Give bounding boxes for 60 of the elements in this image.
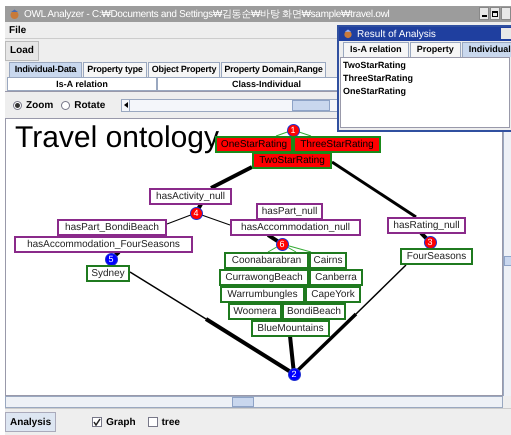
- maximize-button[interactable]: [490, 7, 500, 20]
- result-item[interactable]: TwoStarRating: [343, 60, 509, 71]
- checkbox-label: Graph: [106, 416, 136, 430]
- window-title: OWL Analyzer - C:₩Documents and Settings₩김동순₩바탕 화면₩sample₩travel.owl: [24, 8, 390, 22]
- property-node[interactable]: hasPart_null: [256, 203, 323, 220]
- app-icon: [343, 29, 353, 39]
- result-item[interactable]: OneStarRating: [343, 86, 509, 97]
- tab[interactable]: Object Property: [148, 62, 220, 77]
- tab[interactable]: Property Domain,Range: [221, 62, 326, 77]
- radio-label: Zoom: [26, 98, 54, 112]
- edge-line: [210, 165, 253, 190]
- class-node[interactable]: TwoStarRating: [252, 152, 332, 169]
- property-node[interactable]: hasAccommodation_FourSeasons: [14, 236, 193, 253]
- individual-node[interactable]: CurrawongBeach: [219, 269, 309, 286]
- result-item[interactable]: ThreeStarRating: [343, 73, 509, 84]
- tab[interactable]: Individual: [462, 42, 511, 57]
- tab[interactable]: Individual-Data: [9, 62, 82, 77]
- checkbox[interactable]: [92, 417, 102, 427]
- individual-node[interactable]: Coonabarabran: [224, 252, 309, 269]
- left-arrow-icon[interactable]: [122, 100, 130, 110]
- edge-line: [355, 264, 407, 315]
- analysis-button[interactable]: Analysis: [5, 412, 56, 432]
- individual-node[interactable]: FourSeasons: [400, 248, 473, 265]
- node-marker: 4: [190, 206, 202, 220]
- load-button[interactable]: Load: [5, 40, 39, 60]
- node-marker: 2: [288, 368, 300, 380]
- checkbox-label: tree: [162, 416, 180, 430]
- property-node[interactable]: hasPart_BondiBeach: [57, 219, 167, 236]
- individual-node[interactable]: Warrumbungles: [220, 286, 305, 303]
- tab[interactable]: Is-A relation: [7, 77, 157, 91]
- tab[interactable]: Class-Individual: [157, 77, 338, 91]
- property-node[interactable]: hasActivity_null: [149, 188, 232, 205]
- app-icon: [9, 8, 20, 20]
- node-marker: 6: [276, 238, 288, 250]
- individual-node[interactable]: Sydney: [86, 265, 130, 282]
- dialog-title: Result of Analysis: [357, 28, 436, 42]
- individual-node[interactable]: Cairns: [309, 252, 347, 269]
- tab[interactable]: Is-A relation: [343, 42, 409, 57]
- minimize-button[interactable]: [479, 7, 489, 20]
- node-marker: 5: [104, 252, 118, 266]
- node-marker: 3: [424, 236, 436, 248]
- radio-button[interactable]: [13, 100, 22, 110]
- tab[interactable]: Property: [410, 42, 461, 57]
- property-node[interactable]: hasAccommodation_null: [230, 219, 361, 236]
- radio-button[interactable]: [61, 100, 70, 110]
- checkbox[interactable]: [148, 417, 158, 427]
- node-marker: 1: [286, 124, 300, 136]
- individual-node[interactable]: Canberra: [309, 269, 363, 286]
- radio-label: Rotate: [74, 98, 106, 112]
- horizontal-scrollbar[interactable]: [5, 396, 503, 408]
- individual-node[interactable]: BondiBeach: [282, 303, 346, 320]
- tab[interactable]: Property type: [83, 62, 147, 77]
- class-node[interactable]: ThreeStarRating: [293, 136, 381, 153]
- individual-node[interactable]: BlueMountains: [251, 320, 330, 337]
- slider-thumb[interactable]: [292, 100, 330, 110]
- property-node[interactable]: hasRating_null: [387, 217, 466, 234]
- individual-node[interactable]: CapeYork: [305, 286, 361, 303]
- menu-item[interactable]: File: [9, 22, 26, 38]
- individual-node[interactable]: Woomera: [228, 303, 282, 320]
- class-node[interactable]: OneStarRating: [215, 136, 293, 153]
